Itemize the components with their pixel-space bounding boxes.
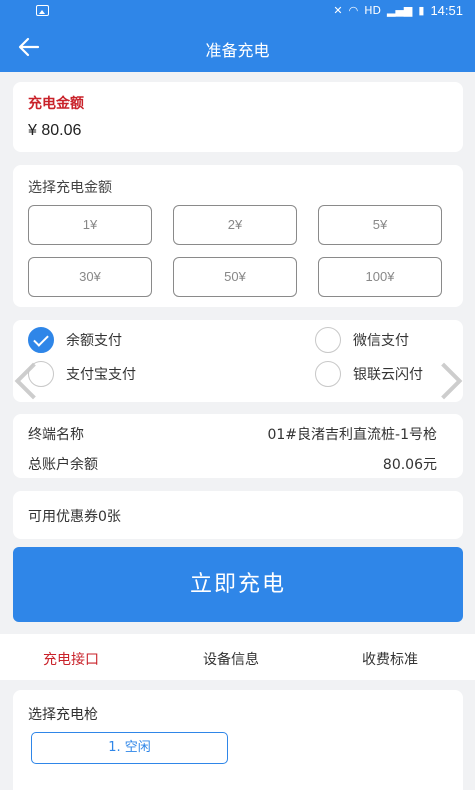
network-type: HD [364, 4, 381, 17]
terminal-name-row: 终端名称 01#良渚吉利直流桩-1号枪 [28, 424, 437, 444]
payment-method-card: 余额支付 微信支付 支付宝支付 银联云闪付 [13, 320, 463, 402]
tab-fee-standard[interactable]: 收费标准 [362, 649, 418, 669]
tab-device-info[interactable]: 设备信息 [203, 649, 259, 669]
gun-option-1[interactable]: 1. 空闲 [31, 732, 228, 764]
select-amount-card: 选择充电金额 1¥ 2¥ 5¥ 30¥ 50¥ 100¥ [13, 165, 463, 307]
amount-option-2[interactable]: 2¥ [173, 205, 297, 245]
coupon-card[interactable]: 可用优惠券0张 [13, 491, 463, 539]
page-title: 准备充电 [205, 41, 270, 60]
pay-wechat-label: 微信支付 [353, 333, 409, 349]
select-amount-label: 选择充电金额 [28, 180, 112, 196]
amount-option-50[interactable]: 50¥ [173, 257, 297, 297]
start-charging-button[interactable]: 立即充电 [13, 547, 463, 622]
detail-tabs: 充电接口 设备信息 收费标准 [0, 634, 475, 680]
mute-icon: ✕ [333, 4, 343, 17]
check-circle-icon[interactable] [28, 327, 54, 353]
radio-circle-icon[interactable] [315, 361, 341, 387]
terminal-name-value: 01#良渚吉利直流桩-1号枪 [267, 427, 437, 443]
signal-icon: ▂▄▆ [387, 4, 413, 17]
amount-option-5[interactable]: 5¥ [318, 205, 442, 245]
pay-balance-label: 余额支付 [66, 333, 122, 349]
charge-amount-value: ¥ 80.06 [28, 122, 82, 139]
radio-circle-icon[interactable] [315, 327, 341, 353]
status-time: 14:51 [430, 3, 463, 18]
amount-option-30[interactable]: 30¥ [28, 257, 152, 297]
account-balance-label: 总账户余额 [28, 457, 98, 473]
image-notification-icon [36, 5, 49, 16]
pay-alipay-label: 支付宝支付 [66, 367, 136, 383]
system-indicators: ✕ ◠ HD ▂▄▆ ▮ 14:51 [333, 3, 463, 18]
nav-bar: 准备充电 [0, 22, 475, 72]
status-bar: ✕ ◠ HD ▂▄▆ ▮ 14:51 [0, 0, 475, 22]
terminal-name-label: 终端名称 [28, 427, 84, 443]
pay-wechat-option[interactable]: 微信支付 [315, 327, 409, 353]
account-balance-value: 80.06元 [382, 457, 437, 473]
coupon-text: 可用优惠券0张 [28, 509, 121, 525]
battery-icon: ▮ [418, 4, 425, 17]
pay-unionpay-label: 银联云闪付 [353, 367, 423, 383]
tab-charging-port[interactable]: 充电接口 [43, 649, 99, 669]
amount-option-1[interactable]: 1¥ [28, 205, 152, 245]
select-gun-card: 选择充电枪 1. 空闲 [13, 690, 463, 790]
select-gun-label: 选择充电枪 [28, 707, 98, 723]
charge-amount-card: 充电金额 ¥ 80.06 [13, 82, 463, 152]
pay-unionpay-option[interactable]: 银联云闪付 [315, 361, 423, 387]
account-balance-row: 总账户余额 80.06元 [28, 454, 437, 474]
charge-amount-label: 充电金额 [28, 96, 84, 112]
pay-balance-option[interactable]: 余额支付 [28, 327, 122, 353]
amount-option-100[interactable]: 100¥ [318, 257, 442, 297]
wifi-icon: ◠ [348, 4, 359, 17]
terminal-info-card: 终端名称 01#良渚吉利直流桩-1号枪 总账户余额 80.06元 [13, 414, 463, 478]
